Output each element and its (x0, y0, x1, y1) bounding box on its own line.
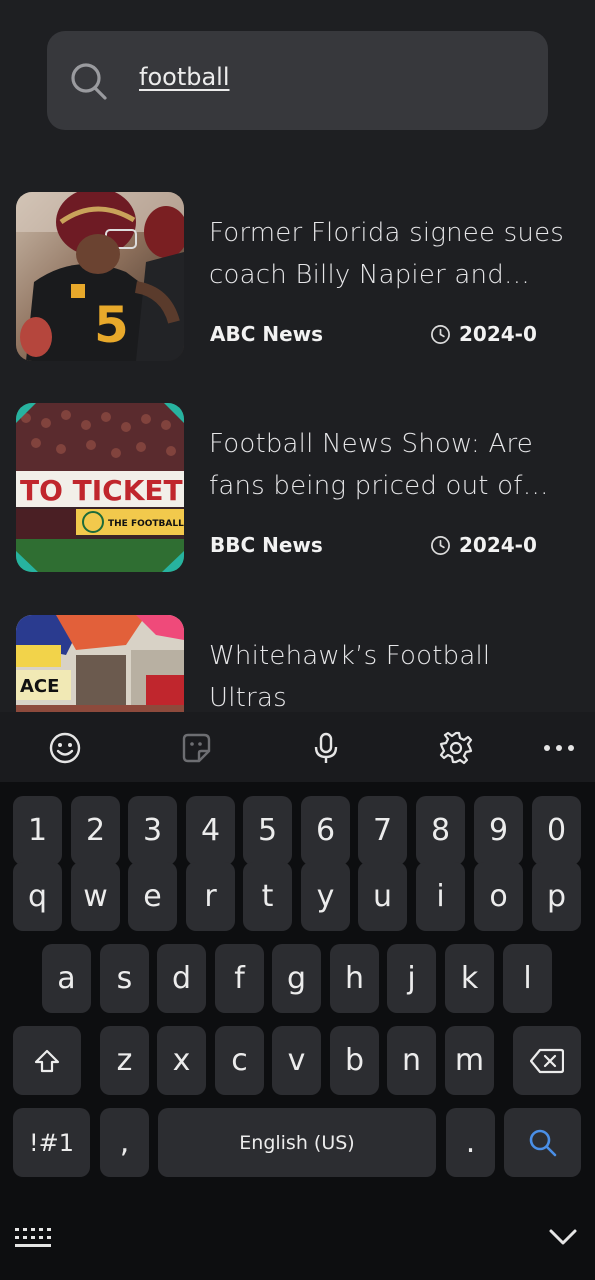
clock-icon (431, 324, 450, 344)
key-k[interactable]: k (445, 944, 494, 1013)
chevron-down-icon[interactable] (548, 1226, 578, 1248)
news-item[interactable]: 5 Former Florida signee sues coach Billy… (0, 192, 595, 362)
key-h[interactable]: h (330, 944, 379, 1013)
key-z[interactable]: z (100, 1026, 149, 1095)
news-item[interactable]: ACE Whitehawk’s Football Ultras (0, 615, 595, 712)
news-title: Football News Show: Are fans being price… (209, 429, 533, 501)
key-7[interactable]: 7 (358, 796, 407, 865)
symbols-key[interactable]: !#1 (13, 1108, 90, 1177)
search-icon (529, 1129, 556, 1156)
key-q[interactable]: q (13, 862, 62, 931)
key-w[interactable]: w (71, 862, 120, 931)
news-thumbnail: ACE (16, 615, 184, 712)
news-date-group: 2024-0 (430, 322, 550, 346)
emoji-icon[interactable] (43, 726, 87, 770)
key-n[interactable]: n (387, 1026, 436, 1095)
clock-icon (431, 535, 450, 555)
key-m[interactable]: m (445, 1026, 494, 1095)
key-4[interactable]: 4 (186, 796, 235, 865)
search-key[interactable] (504, 1108, 581, 1177)
news-list: 5 Former Florida signee sues coach Billy… (0, 192, 595, 712)
period-key[interactable]: . (446, 1108, 495, 1177)
key-c[interactable]: c (215, 1026, 264, 1095)
news-item[interactable]: TO TICKET PRICE THE FOOTBALL N Football … (0, 403, 595, 573)
key-j[interactable]: j (387, 944, 436, 1013)
backspace-key[interactable] (513, 1026, 581, 1095)
key-0[interactable]: 0 (532, 796, 581, 865)
keyboard-toolbar (0, 712, 595, 782)
key-b[interactable]: b (330, 1026, 379, 1095)
key-v[interactable]: v (272, 1026, 321, 1095)
shift-icon (34, 1049, 60, 1072)
key-t[interactable]: t (243, 862, 292, 931)
key-9[interactable]: 9 (474, 796, 523, 865)
news-date: 2024-0 (459, 322, 537, 346)
key-f[interactable]: f (215, 944, 264, 1013)
banner-text: TO TICKET PRICE (20, 474, 184, 507)
more-icon[interactable] (537, 726, 581, 770)
news-title: Former Florida signee sues coach Billy N… (209, 218, 565, 290)
svg-text:ACE: ACE (20, 676, 59, 697)
sticker-icon[interactable] (174, 726, 218, 770)
keyboard-grid-icon[interactable] (14, 1226, 52, 1250)
key-1[interactable]: 1 (13, 796, 62, 865)
shift-key[interactable] (13, 1026, 81, 1095)
key-e[interactable]: e (128, 862, 177, 931)
svg-text:5: 5 (94, 296, 129, 354)
news-title: Whitehawk’s Football Ultras (209, 641, 491, 712)
key-y[interactable]: y (301, 862, 350, 931)
key-x[interactable]: x (157, 1026, 206, 1095)
key-r[interactable]: r (186, 862, 235, 931)
banner-text: THE FOOTBALL N (108, 519, 184, 529)
key-p[interactable]: p (532, 862, 581, 931)
news-thumbnail: TO TICKET PRICE THE FOOTBALL N (16, 403, 184, 572)
comma-key[interactable]: , (100, 1108, 149, 1177)
key-l[interactable]: l (503, 944, 552, 1013)
key-8[interactable]: 8 (416, 796, 465, 865)
key-u[interactable]: u (358, 862, 407, 931)
key-6[interactable]: 6 (301, 796, 350, 865)
news-source: BBC News (210, 533, 323, 557)
key-g[interactable]: g (272, 944, 321, 1013)
key-3[interactable]: 3 (128, 796, 177, 865)
key-5[interactable]: 5 (243, 796, 292, 865)
search-icon (71, 63, 107, 100)
backspace-icon (530, 1048, 564, 1073)
news-source: ABC News (210, 322, 324, 346)
key-s[interactable]: s (100, 944, 149, 1013)
space-key[interactable]: English (US) (158, 1108, 436, 1177)
news-thumbnail: 5 (16, 192, 184, 361)
search-input[interactable]: football (139, 63, 230, 91)
key-i[interactable]: i (416, 862, 465, 931)
search-bar[interactable] (47, 31, 548, 130)
news-date-group: 2024-0 (430, 533, 550, 557)
key-2[interactable]: 2 (71, 796, 120, 865)
key-a[interactable]: a (42, 944, 91, 1013)
settings-icon[interactable] (434, 726, 478, 770)
key-d[interactable]: d (157, 944, 206, 1013)
microphone-icon[interactable] (304, 726, 348, 770)
news-date: 2024-0 (459, 533, 537, 557)
key-o[interactable]: o (474, 862, 523, 931)
